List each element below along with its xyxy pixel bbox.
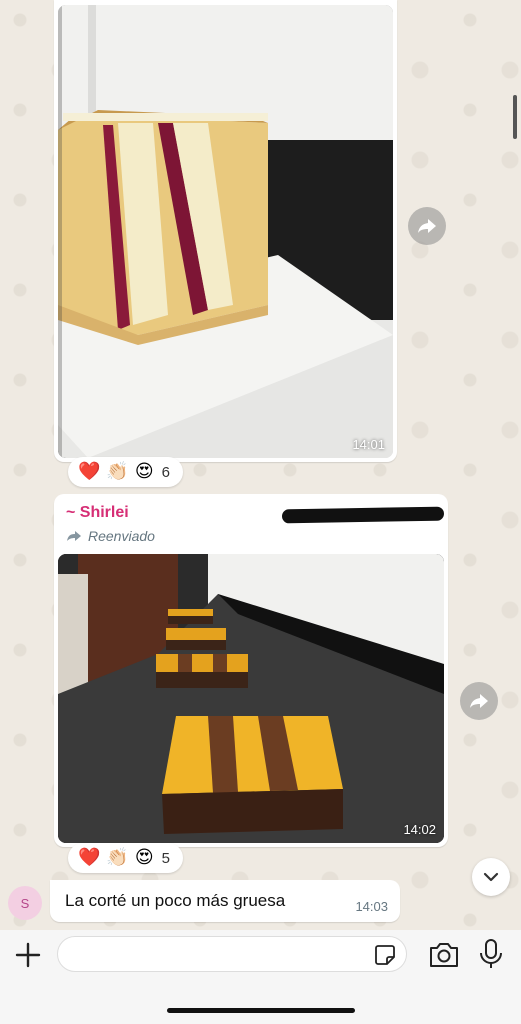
text-message-bubble[interactable]: La corté un poco más gruesa 14:03	[50, 880, 400, 922]
forward-icon	[470, 694, 488, 708]
message-input[interactable]	[72, 937, 372, 971]
redacted-phone	[281, 506, 445, 524]
sender-name[interactable]: ~ Shirlei	[66, 504, 129, 522]
cake-slice-photo[interactable]: 14:01	[58, 5, 393, 458]
heart-eyes-reaction: 😍	[134, 847, 154, 868]
avatar[interactable]: S	[8, 886, 42, 920]
reactions-bar[interactable]: ❤️ 👏🏻 😍 6	[68, 457, 183, 487]
heart-eyes-reaction: 😍	[134, 461, 154, 482]
plus-icon	[15, 942, 41, 968]
scroll-to-bottom-button[interactable]	[472, 858, 510, 896]
cake-bars-photo[interactable]: 14:02	[58, 554, 444, 843]
home-indicator[interactable]	[167, 1008, 355, 1013]
forward-button[interactable]	[408, 207, 446, 245]
forwarded-image-message-bubble[interactable]: ~ Shirlei Reenviado 14:02	[54, 494, 448, 847]
heart-reaction: ❤️	[78, 847, 101, 868]
forward-button[interactable]	[460, 682, 498, 720]
clap-reaction: 👏🏻	[106, 847, 129, 868]
scrollbar-thumb[interactable]	[513, 95, 517, 139]
reactions-bar[interactable]: ❤️ 👏🏻 😍 5	[68, 843, 183, 873]
message-input-wrapper	[57, 936, 407, 972]
sticker-icon[interactable]	[374, 944, 396, 966]
forwarded-text: Reenviado	[88, 528, 155, 544]
reaction-count: 6	[161, 463, 170, 481]
clap-reaction: 👏🏻	[106, 461, 129, 482]
message-time: 14:01	[352, 437, 385, 452]
image-message-bubble[interactable]: 14:01	[54, 0, 397, 462]
forwarded-label: Reenviado	[66, 528, 155, 544]
heart-reaction: ❤️	[78, 461, 101, 482]
message-text: La corté un poco más gruesa	[65, 891, 286, 910]
reaction-count: 5	[161, 849, 170, 867]
message-time: 14:02	[403, 822, 436, 837]
message-composer	[0, 930, 521, 1024]
camera-icon[interactable]	[428, 940, 460, 970]
message-time: 14:03	[355, 899, 388, 914]
microphone-icon[interactable]	[478, 938, 504, 970]
attach-button[interactable]	[13, 940, 43, 970]
forward-icon	[418, 219, 436, 233]
forwarded-icon	[67, 531, 81, 541]
chevron-down-icon	[483, 872, 499, 882]
